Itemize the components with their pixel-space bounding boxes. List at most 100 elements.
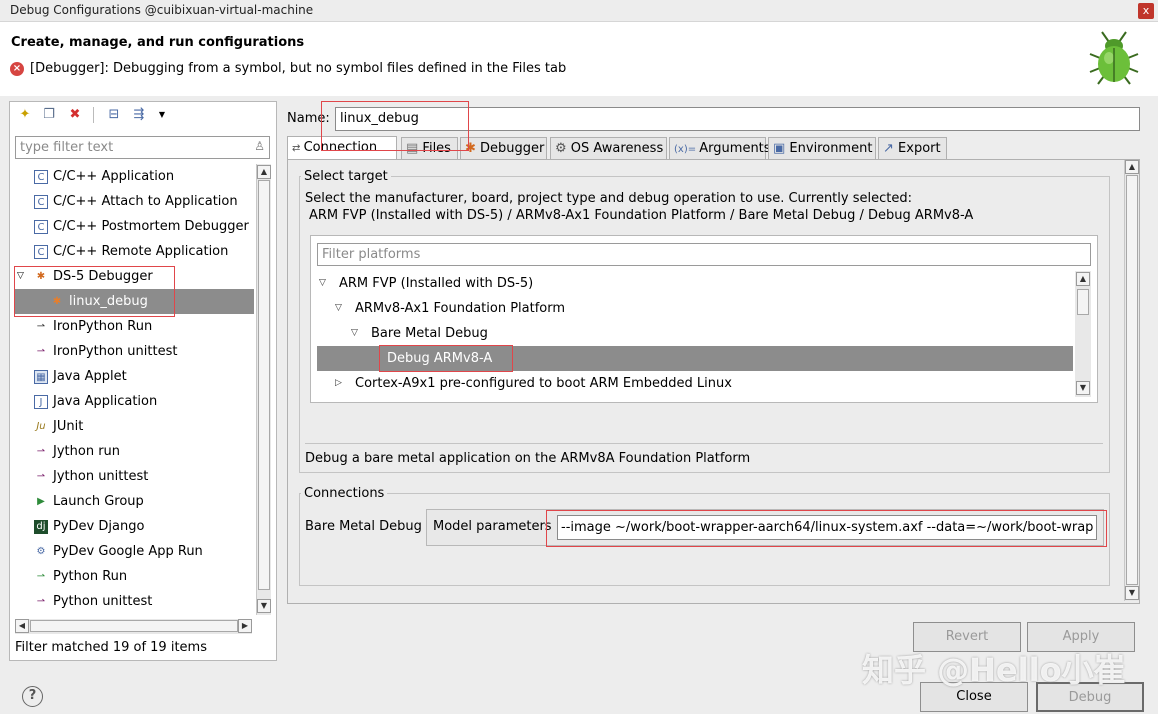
platform-item-arm-fvp[interactable]: ▽ ARM FVP (Installed with DS-5) — [317, 271, 1073, 296]
tree-item-jython-run[interactable]: ⇀ Jython run — [14, 439, 254, 464]
type-filter-input[interactable]: type filter text ♙ — [15, 136, 270, 159]
scroll-thumb[interactable] — [1126, 175, 1138, 585]
expand-chevron-icon[interactable]: ▽ — [319, 271, 326, 296]
filter-config-icon[interactable]: ⇶ — [131, 107, 147, 123]
tree-item-label: Python unittest — [53, 594, 153, 609]
scroll-thumb[interactable] — [1077, 289, 1089, 315]
tree-item-label: C/C++ Postmortem Debugger — [53, 219, 249, 234]
close-window-button[interactable]: x — [1138, 3, 1154, 19]
gear-icon: ⚙ — [555, 141, 571, 156]
platform-item-cortex-a9[interactable]: ▷ Cortex-A9x1 pre-configured to boot ARM … — [317, 371, 1073, 396]
scroll-down-arrow-icon[interactable]: ▼ — [1076, 381, 1090, 395]
tree-item-label: Jython unittest — [53, 469, 149, 484]
tree-item-label: Launch Group — [53, 494, 144, 509]
export-icon: ↗ — [883, 141, 899, 156]
tab-arguments[interactable]: (x)= Arguments — [669, 137, 771, 159]
tree-item-cpp-postmortem[interactable]: C C/C++ Postmortem Debugger — [14, 214, 254, 239]
applet-icon: ▦ — [34, 370, 48, 384]
tree-item-jython-unittest[interactable]: ⇀ Jython unittest — [14, 464, 254, 489]
tree-item-cpp-application[interactable]: C C/C++ Application — [14, 164, 254, 189]
tree-item-python-run[interactable]: ⇀ Python Run — [14, 564, 254, 589]
python-icon: ⇀ — [36, 571, 46, 582]
tree-item-java-applet[interactable]: ▦ Java Applet — [14, 364, 254, 389]
error-icon: × — [10, 62, 24, 76]
scroll-up-arrow-icon[interactable]: ▲ — [1125, 160, 1139, 174]
scroll-thumb[interactable] — [30, 620, 238, 632]
watermark: 知乎 @Hello小崔 — [862, 651, 1126, 689]
collapse-all-icon[interactable]: ⊟ — [106, 107, 122, 123]
tab-label: Environment — [789, 141, 873, 156]
platform-filter-input[interactable]: Filter platforms — [317, 243, 1091, 266]
google-app-icon: ⚙ — [36, 546, 46, 557]
model-parameters-label: Model parameters — [433, 519, 552, 534]
tab-label: OS Awareness — [570, 141, 664, 156]
tab-label: Debugger — [480, 141, 545, 156]
new-config-icon[interactable]: ✦ — [17, 107, 33, 123]
type-filter-placeholder: type filter text — [20, 140, 114, 155]
platform-item-bare-metal[interactable]: ▽ Bare Metal Debug — [317, 321, 1073, 346]
python-test-icon: ⇀ — [36, 346, 46, 357]
tab-environment[interactable]: ▣ Environment — [768, 137, 876, 159]
tree-item-launch-group[interactable]: ▶ Launch Group — [14, 489, 254, 514]
tree-item-label: JUnit — [53, 419, 84, 434]
environment-icon: ▣ — [773, 141, 790, 156]
expand-chevron-icon[interactable]: ▽ — [335, 296, 342, 321]
scroll-thumb[interactable] — [258, 180, 270, 590]
tree-item-label: IronPython unittest — [53, 344, 178, 359]
config-tree: C C/C++ Application C C/C++ Attach to Appl… — [14, 164, 254, 614]
annotation-box-platform — [379, 345, 513, 372]
tree-item-python-unittest[interactable]: ⇀ Python unittest — [14, 589, 254, 614]
view-menu-icon[interactable]: ▼ — [154, 107, 170, 123]
tab-debugger[interactable]: ✱ Debugger — [460, 137, 547, 159]
tree-vertical-scrollbar[interactable]: ▲ ▼ — [256, 164, 271, 615]
jython-run-icon: ⇀ — [36, 446, 46, 457]
platform-label: Cortex-A9x1 pre-configured to boot ARM E… — [355, 376, 732, 391]
tab-os-awareness[interactable]: ⚙ OS Awareness — [550, 137, 667, 159]
error-message: [Debugger]: Debugging from a symbol, but… — [30, 61, 567, 76]
tree-item-junit[interactable]: Ju JUnit — [14, 414, 254, 439]
expand-chevron-icon[interactable]: ▽ — [351, 321, 358, 346]
delete-config-icon[interactable]: ✖ — [67, 107, 83, 123]
python-run-icon: ⇀ — [36, 321, 46, 332]
bare-metal-debug-label: Bare Metal Debug — [305, 519, 422, 534]
dialog-header — [0, 22, 1158, 96]
clear-filter-icon[interactable]: ♙ — [254, 139, 265, 153]
tab-export[interactable]: ↗ Export — [878, 137, 947, 159]
content-vertical-scrollbar[interactable]: ▲ ▼ — [1124, 160, 1139, 601]
annotation-box-tree — [14, 266, 175, 317]
scroll-down-arrow-icon[interactable]: ▼ — [1125, 586, 1139, 600]
window-title: Debug Configurations @cuibixuan-virtual-… — [10, 3, 314, 17]
tree-item-java-application[interactable]: J Java Application — [14, 389, 254, 414]
platform-item-foundation[interactable]: ▽ ARMv8-Ax1 Foundation Platform — [317, 296, 1073, 321]
c-icon: C — [34, 195, 48, 209]
tree-horizontal-scrollbar[interactable]: ◀ ▶ — [15, 619, 252, 634]
connections-title: Connections — [301, 486, 388, 501]
duplicate-config-icon[interactable]: ❐ — [41, 107, 57, 123]
tree-item-ironpython-unittest[interactable]: ⇀ IronPython unittest — [14, 339, 254, 364]
launch-icon: ▶ — [37, 496, 45, 507]
scroll-up-arrow-icon[interactable]: ▲ — [1076, 272, 1090, 286]
tree-item-label: C/C++ Application — [53, 169, 175, 184]
scroll-right-arrow-icon[interactable]: ▶ — [238, 619, 252, 633]
django-icon: dj — [34, 520, 48, 534]
title-bar: Debug Configurations @cuibixuan-virtual-… — [0, 0, 1158, 22]
tree-item-cpp-attach[interactable]: C C/C++ Attach to Application — [14, 189, 254, 214]
current-selection-path: ARM FVP (Installed with DS-5) / ARMv8-Ax… — [309, 208, 974, 223]
divider — [305, 443, 1103, 444]
platform-label: ARM FVP (Installed with DS-5) — [339, 276, 534, 291]
collapsed-chevron-icon[interactable]: ▷ — [335, 371, 342, 396]
tree-item-pydev-django[interactable]: dj PyDev Django — [14, 514, 254, 539]
tree-item-ironpython-run[interactable]: ⇀ IronPython Run — [14, 314, 254, 339]
scroll-down-arrow-icon[interactable]: ▼ — [257, 599, 271, 613]
jython-test-icon: ⇀ — [36, 471, 46, 482]
platform-scrollbar[interactable]: ▲ ▼ — [1075, 271, 1091, 397]
tab-label: Arguments — [699, 141, 771, 156]
tree-item-pydev-google-app[interactable]: ⚙ PyDev Google App Run — [14, 539, 254, 564]
connection-icon: ⇄ — [292, 143, 304, 154]
scroll-left-arrow-icon[interactable]: ◀ — [15, 619, 29, 633]
help-icon[interactable]: ? — [22, 686, 43, 707]
tree-item-cpp-remote[interactable]: C C/C++ Remote Application — [14, 239, 254, 264]
tree-item-label: Java Application — [53, 394, 158, 409]
scroll-up-arrow-icon[interactable]: ▲ — [257, 165, 271, 179]
tree-item-label: Java Applet — [53, 369, 127, 384]
